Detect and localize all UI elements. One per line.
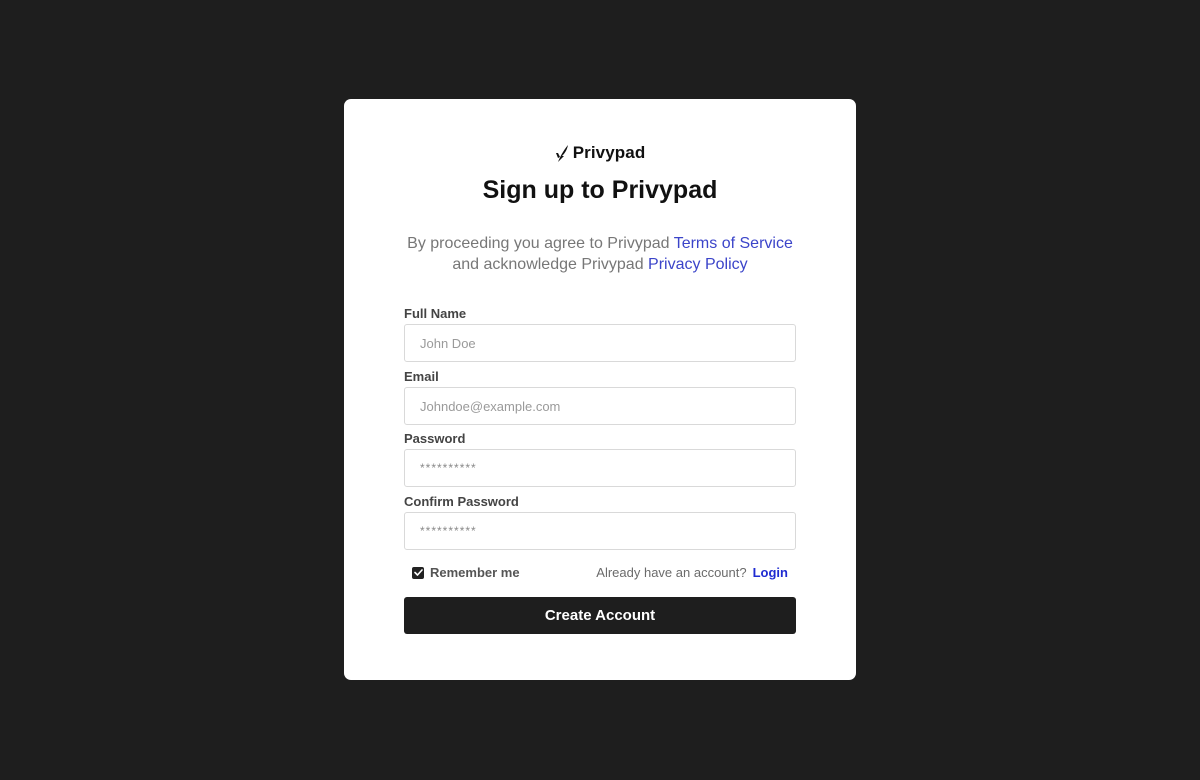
privypad-logo-icon [555, 144, 570, 163]
create-account-button[interactable]: Create Account [404, 597, 796, 634]
page-title: Sign up to Privypad [482, 176, 718, 204]
remember-me[interactable]: Remember me [412, 565, 520, 580]
agreement-text: By proceeding you agree to Privypad Term… [374, 233, 826, 275]
brand-logo: Privypad [344, 143, 856, 163]
email-label: Email [404, 369, 439, 384]
agreement-text-before-privacy: and acknowledge Privypad [452, 256, 649, 273]
brand-name: Privypad [572, 143, 646, 162]
password-input[interactable] [404, 449, 796, 487]
signup-card: Privypad Sign up to Privypad By proceedi… [344, 99, 856, 680]
full-name-input[interactable] [404, 324, 796, 362]
email-input[interactable] [404, 387, 796, 425]
login-prompt-text: Already have an account? [596, 565, 747, 580]
checkmark-icon [413, 569, 423, 576]
login-prompt: Already have an account? Login [596, 565, 788, 580]
password-label: Password [404, 431, 466, 446]
agreement-text-before-terms: By proceeding you agree to Privypad [407, 235, 674, 252]
confirm-password-label: Confirm Password [404, 494, 519, 509]
privacy-policy-link[interactable]: Privacy Policy [648, 256, 748, 273]
terms-of-service-link[interactable]: Terms of Service [674, 235, 793, 252]
login-link[interactable]: Login [753, 565, 788, 580]
full-name-label: Full Name [404, 306, 467, 321]
confirm-password-input[interactable] [404, 512, 796, 550]
remember-me-checkbox[interactable] [412, 566, 424, 579]
remember-me-label: Remember me [430, 565, 520, 580]
